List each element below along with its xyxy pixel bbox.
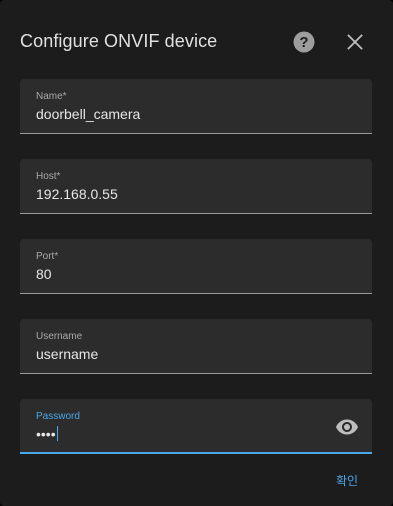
eye-icon[interactable] xyxy=(335,415,359,439)
dialog-title: Configure ONVIF device xyxy=(20,31,218,51)
port-field-label: Port* xyxy=(36,251,59,262)
password-field[interactable]: Password •••• xyxy=(20,399,372,454)
username-field-label: Username xyxy=(36,331,83,342)
username-field[interactable]: Username username xyxy=(20,319,372,374)
password-field-label: Password xyxy=(36,411,80,422)
host-field-label: Host* xyxy=(36,171,61,182)
svg-text:?: ? xyxy=(299,34,308,51)
host-field[interactable]: Host* 192.168.0.55 xyxy=(20,159,372,214)
configure-dialog: Configure ONVIF device ? Name* doorbell_… xyxy=(0,0,393,506)
host-field-value[interactable]: 192.168.0.55 xyxy=(36,186,118,202)
port-field[interactable]: Port* 80 xyxy=(20,239,372,294)
close-icon[interactable] xyxy=(343,30,367,54)
dialog-header: Configure ONVIF device ? xyxy=(20,30,373,56)
port-field-value[interactable]: 80 xyxy=(36,266,52,282)
password-field-value[interactable]: •••• xyxy=(36,426,58,442)
username-field-value[interactable]: username xyxy=(36,346,98,362)
name-field-label: Name* xyxy=(36,91,67,102)
text-caret xyxy=(56,426,58,441)
name-field[interactable]: Name* doorbell_camera xyxy=(20,79,372,134)
help-icon[interactable]: ? xyxy=(292,30,316,54)
name-field-value[interactable]: doorbell_camera xyxy=(36,106,140,122)
confirm-button[interactable]: 확인 xyxy=(325,470,369,492)
password-masked-value: •••• xyxy=(36,426,56,442)
